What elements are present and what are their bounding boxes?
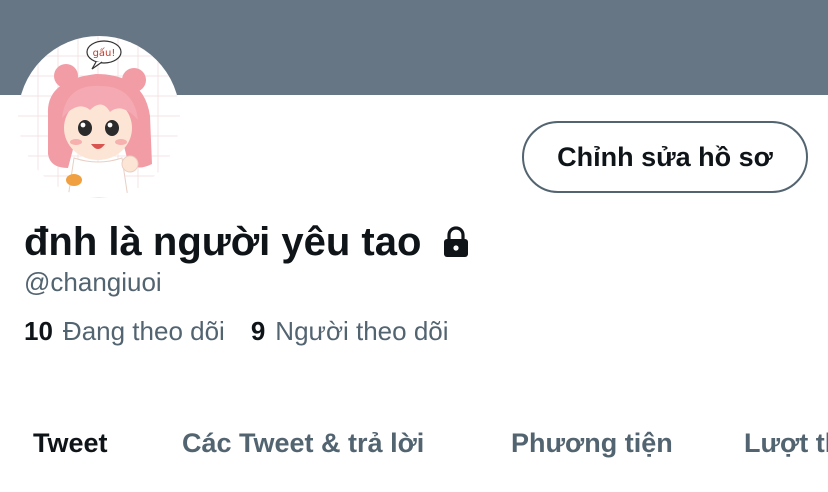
snack [66, 174, 82, 186]
profile-handle: @changiuoi [24, 267, 162, 297]
tab-tweets-and-replies[interactable]: Các Tweet & trả lời [182, 428, 424, 459]
lock-icon [441, 225, 471, 259]
bubble-text: gấu! [93, 47, 116, 59]
following-label: Đang theo dõi [62, 316, 225, 346]
profile-avatar[interactable]: gấu! [18, 36, 180, 198]
tab-media[interactable]: Phương tiện [511, 428, 673, 459]
profile-page: gấu! Chỉnh sửa hồ sơ đnh là người yêu ta… [0, 0, 828, 492]
eye-right [105, 120, 119, 136]
followers-count: 9 [250, 316, 266, 346]
following-stat-link[interactable]: 10 Đang theo dõi [24, 316, 225, 347]
tab-tweets[interactable]: Tweet [33, 428, 108, 459]
speech-bubble: gấu! [86, 40, 122, 70]
profile-name-row: đnh là người yêu tao [24, 216, 471, 268]
edit-profile-button[interactable]: Chỉnh sửa hồ sơ [522, 121, 808, 193]
tab-likes[interactable]: Lượt thích [744, 428, 828, 459]
eye-left [78, 120, 92, 136]
profile-display-name: đnh là người yêu tao [24, 220, 422, 264]
avatar-illustration: gấu! [18, 36, 180, 198]
following-count: 10 [24, 316, 53, 346]
followers-stat-link[interactable]: 9 Người theo dõi [251, 316, 449, 347]
followers-label: Người theo dõi [275, 316, 449, 346]
profile-stats: 10 Đang theo dõi 9 Người theo dõi [24, 316, 449, 347]
profile-tabs: Tweet Các Tweet & trả lời Phương tiện Lư… [0, 428, 828, 478]
hand [121, 155, 139, 173]
